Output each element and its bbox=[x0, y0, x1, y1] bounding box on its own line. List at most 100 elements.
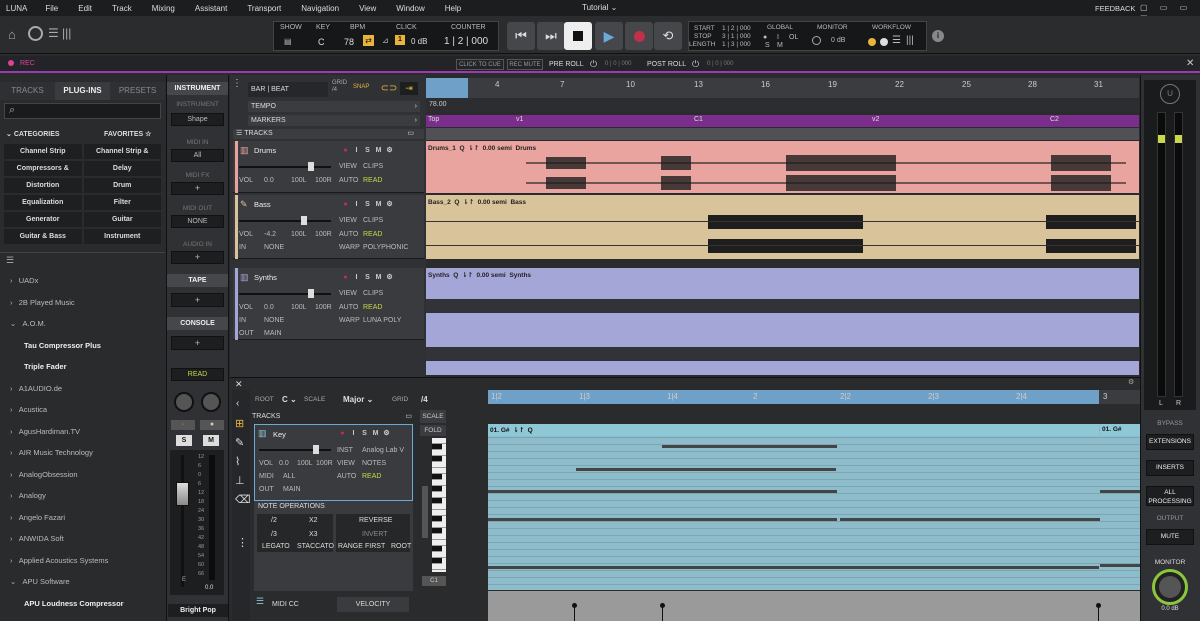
vol-value[interactable]: -4.2 bbox=[264, 231, 276, 238]
halve-button[interactable]: /2 bbox=[271, 517, 277, 524]
category-generator[interactable]: Generator bbox=[4, 212, 82, 227]
category-drum[interactable]: Drum bbox=[83, 178, 161, 193]
pan-left-value[interactable]: 100L bbox=[297, 460, 313, 467]
post-roll-value[interactable]: 0 | 0 | 000 bbox=[707, 61, 733, 67]
bars-icon[interactable]: ||| bbox=[62, 26, 71, 40]
editor-view-toggle[interactable]: ▭ bbox=[405, 411, 412, 422]
global-ol[interactable]: OL bbox=[789, 34, 798, 41]
pre-roll-label[interactable]: PRE ROLL bbox=[549, 61, 584, 68]
vendor-item[interactable]: › AgusHardiman.TV bbox=[0, 421, 165, 443]
metronome-icon[interactable]: ⊿ bbox=[382, 36, 389, 45]
extensions-button[interactable]: EXTENSIONS bbox=[1146, 434, 1194, 450]
vol-value[interactable]: 0.0 bbox=[264, 177, 274, 184]
record-mode-icon[interactable] bbox=[28, 26, 43, 41]
record-arm-button[interactable]: ● bbox=[340, 272, 351, 283]
start-value[interactable]: 1 | 2 | 000 bbox=[722, 25, 751, 32]
category-filter[interactable]: Filter bbox=[83, 195, 161, 210]
instrument-header[interactable]: INSTRUMENT bbox=[167, 82, 228, 95]
markers-lane[interactable]: Top v1 C1 v2 C2 bbox=[426, 115, 1139, 127]
midi-note[interactable] bbox=[488, 566, 1099, 569]
add-tape-button[interactable]: + bbox=[171, 293, 224, 307]
click-count[interactable]: 1 bbox=[395, 35, 405, 45]
rewind-button[interactable]: ⏮ bbox=[507, 22, 535, 50]
auto-value[interactable]: READ bbox=[363, 177, 382, 184]
vendor-item[interactable]: › AIR Music Technology bbox=[0, 442, 165, 464]
pan-knob[interactable] bbox=[201, 392, 221, 412]
favorites-header[interactable]: FAVORITES ☆ bbox=[104, 130, 151, 138]
track-lane-bass[interactable]: Bass_2 Q ⇂↾ 0.00 semi Bass bbox=[426, 195, 1139, 259]
midi-note[interactable] bbox=[488, 518, 837, 521]
tab-presets[interactable]: PRESETS bbox=[110, 82, 165, 100]
key-track-header[interactable]: ▥ Key ● I S M ⚙ VOL 0.0 100L 100R MIDI ALL O… bbox=[254, 424, 413, 501]
editor-settings-icon[interactable]: ⚙ bbox=[1128, 378, 1134, 386]
monitor-volume-value[interactable]: 0.0 dB bbox=[1144, 606, 1196, 612]
close-editor-icon[interactable]: ✕ bbox=[235, 379, 243, 390]
link-icon[interactable]: ⊂⊃ bbox=[380, 82, 398, 95]
post-roll-power-icon[interactable]: ⏻ bbox=[692, 59, 699, 70]
click-to-cue-button[interactable]: CLICK TO CUE bbox=[456, 59, 504, 70]
menu-view[interactable]: View bbox=[359, 4, 376, 13]
record-arm-button[interactable]: ● bbox=[337, 428, 348, 439]
brush-tool-icon[interactable]: ⌇ bbox=[235, 455, 247, 468]
midi-note[interactable] bbox=[576, 468, 836, 471]
velocity-select[interactable]: VELOCITY bbox=[337, 597, 409, 612]
tempo-lane-header[interactable]: TEMPO › bbox=[248, 101, 420, 112]
view-value[interactable]: CLIPS bbox=[363, 217, 383, 224]
track-settings-icon[interactable]: ⚙ bbox=[384, 272, 395, 283]
play-button[interactable]: ▶ bbox=[595, 22, 623, 50]
info-icon[interactable]: i bbox=[932, 30, 944, 42]
invert-button[interactable]: INVERT bbox=[362, 531, 388, 538]
inspector-mute-icon[interactable]: · bbox=[171, 420, 195, 430]
show-icon[interactable]: ▤ bbox=[284, 37, 292, 46]
volume-slider[interactable] bbox=[239, 293, 331, 295]
add-console-button[interactable]: + bbox=[171, 336, 224, 350]
vendor-item[interactable]: › ANWIDA Soft bbox=[0, 528, 165, 550]
add-audio-in-button[interactable]: + bbox=[171, 251, 224, 264]
warp-value[interactable]: POLYPHONIC bbox=[363, 244, 408, 251]
first-button[interactable]: FIRST bbox=[365, 543, 385, 550]
menu-edit[interactable]: Edit bbox=[78, 4, 92, 13]
shape-button[interactable]: Shape bbox=[171, 113, 224, 126]
velocity-point[interactable] bbox=[660, 603, 665, 608]
record-arm-button[interactable]: ● bbox=[340, 145, 351, 156]
category-delay[interactable]: Delay bbox=[83, 161, 161, 176]
velocity-point[interactable] bbox=[572, 603, 577, 608]
tab-tracks[interactable]: TRACKS bbox=[0, 82, 55, 100]
inspector-mute-button[interactable]: M bbox=[203, 435, 219, 446]
pan-right-value[interactable]: 100R bbox=[316, 460, 333, 467]
double-button[interactable]: X2 bbox=[309, 517, 318, 524]
monitor-volume-knob[interactable] bbox=[1152, 569, 1188, 605]
output-mute-button[interactable]: MUTE bbox=[1146, 529, 1194, 545]
staccato-button[interactable]: STACCATO bbox=[297, 543, 334, 550]
vendor-item[interactable]: ⌄ A.O.M. bbox=[0, 313, 165, 335]
category-guitar[interactable]: Guitar bbox=[83, 212, 161, 227]
plugin-item[interactable]: APU Loudness Compressor bbox=[0, 593, 165, 615]
auto-value[interactable]: READ bbox=[363, 231, 382, 238]
editor-ruler[interactable]: 1|2 1|3 1|4 2 2|2 2|3 2|4 3 bbox=[488, 390, 1140, 404]
mute-button[interactable]: M bbox=[373, 199, 384, 210]
category-channel-strip[interactable]: Channel Strip bbox=[4, 144, 82, 159]
pan-right-value[interactable]: 100R bbox=[315, 177, 332, 184]
volume-slider-handle[interactable] bbox=[313, 445, 319, 454]
pan-left-value[interactable]: 100L bbox=[291, 231, 307, 238]
pan-left-value[interactable]: 100L bbox=[291, 177, 307, 184]
midi-out-select[interactable]: NONE bbox=[171, 215, 224, 228]
menu-help[interactable]: Help bbox=[445, 4, 461, 13]
plugin-item[interactable]: Tau Compressor Plus bbox=[0, 335, 165, 357]
pre-roll-value[interactable]: 0 | 0 | 000 bbox=[605, 61, 631, 67]
volume-slider-handle[interactable] bbox=[308, 162, 314, 171]
midi-value[interactable]: ALL bbox=[283, 473, 295, 480]
track-name[interactable]: Key bbox=[273, 430, 286, 439]
tracks-view-toggle[interactable]: ▭ bbox=[407, 129, 414, 139]
root-select[interactable]: C ⌄ bbox=[282, 395, 297, 404]
grid-select[interactable]: /4 bbox=[421, 395, 428, 404]
inspector-solo-button[interactable]: S bbox=[176, 435, 192, 446]
velocity-point[interactable] bbox=[1096, 603, 1101, 608]
out-value[interactable]: MAIN bbox=[283, 486, 301, 493]
post-roll-label[interactable]: POST ROLL bbox=[647, 61, 686, 68]
keyboard-scrollbar[interactable] bbox=[422, 486, 428, 538]
mute-button[interactable]: M bbox=[373, 272, 384, 283]
pan-left-value[interactable]: 100L bbox=[291, 304, 307, 311]
track-name[interactable]: Synths bbox=[254, 273, 277, 282]
all-processing-button[interactable]: ALL PROCESSING bbox=[1146, 486, 1194, 506]
